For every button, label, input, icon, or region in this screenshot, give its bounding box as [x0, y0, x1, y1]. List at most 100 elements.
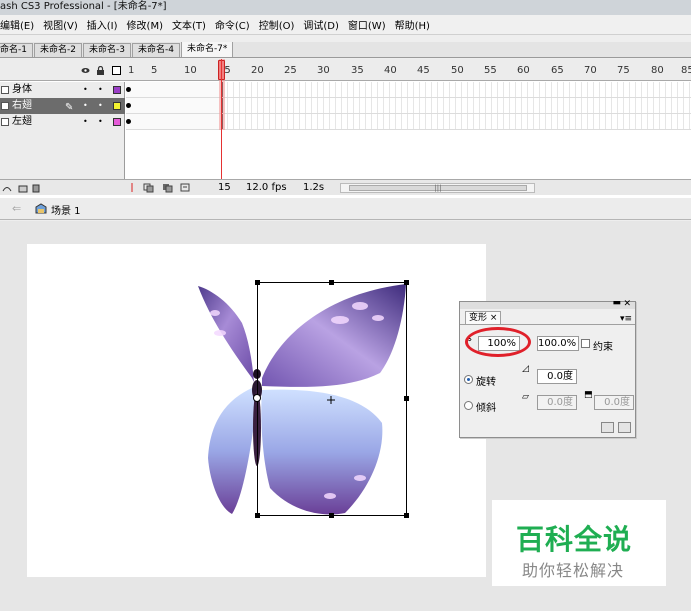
menu-commands[interactable]: 命令(C)	[211, 17, 255, 32]
panel-tab-label: 变形	[469, 313, 488, 323]
transform-handle[interactable]	[404, 513, 409, 518]
transform-handle[interactable]	[329, 513, 334, 518]
current-frame: 15	[218, 182, 231, 193]
menu-text[interactable]: 文本(T)	[168, 17, 211, 32]
document-tabs: 命名-1 未命名-2 未命名-3 未命名-4 未命名-7*	[0, 42, 691, 58]
menu-modify[interactable]: 修改(M)	[123, 17, 168, 32]
layer-row-left-wing[interactable]: 左翅 • •	[0, 114, 125, 130]
ruler-tick: 45	[417, 65, 430, 76]
panel-titlebar[interactable]	[460, 302, 635, 309]
ruler-tick: 50	[451, 65, 464, 76]
onion-skin-icons[interactable]	[130, 182, 205, 193]
ruler-tick: 35	[351, 65, 364, 76]
layer-icon	[1, 86, 9, 94]
panel-tab-transform[interactable]: 变形 ×	[465, 311, 502, 324]
copy-transform-button[interactable]	[601, 422, 614, 433]
doc-tab-4[interactable]: 未命名-4	[131, 43, 180, 57]
doc-tab-2[interactable]: 未命名-2	[33, 43, 82, 57]
lock-dot[interactable]: •	[98, 114, 103, 130]
ruler-tick: 85	[681, 65, 691, 76]
frame-rate: 12.0 fps	[246, 182, 287, 193]
panel-menu-icon[interactable]: ▾≡	[620, 314, 632, 324]
layer-color-swatch[interactable]	[113, 86, 121, 94]
menu-help[interactable]: 帮助(H)	[391, 17, 435, 32]
outline-icon[interactable]	[112, 66, 121, 75]
keyframe[interactable]	[126, 103, 131, 108]
rotate-field[interactable]: 0.0度	[537, 369, 577, 384]
rotate-radio[interactable]	[464, 375, 473, 384]
layer-tools-icon[interactable]	[2, 183, 42, 193]
frame-row[interactable]	[126, 98, 691, 114]
skew-vertical-field[interactable]: 0.0度	[594, 395, 634, 410]
panel-close-icon[interactable]: ✕	[623, 299, 631, 309]
back-arrow-icon[interactable]: ⇐	[12, 202, 21, 215]
ruler-tick: 10	[184, 65, 197, 76]
layer-name: 左翅	[12, 116, 32, 127]
timeline-panel: 1 5 10 15 20 25 30 35 40 45 50 55 60 65 …	[0, 59, 691, 199]
keyframe[interactable]	[126, 87, 131, 92]
keyframe[interactable]	[126, 119, 131, 124]
rotate-angle-icon: ◿	[522, 364, 529, 374]
menu-insert[interactable]: 插入(I)	[83, 17, 123, 32]
ruler-tick: 75	[617, 65, 630, 76]
transform-handle[interactable]	[255, 280, 260, 285]
doc-tab-1[interactable]: 命名-1	[0, 43, 33, 57]
menu-debug[interactable]: 调试(D)	[299, 17, 344, 32]
reset-transform-button[interactable]	[618, 422, 631, 433]
lock-icon[interactable]	[96, 66, 105, 75]
frame-grid[interactable]	[126, 82, 691, 130]
watermark-subtitle: 助你轻松解决	[522, 561, 625, 580]
center-crosshair-icon	[327, 396, 335, 404]
layer-row-body[interactable]: 身体 • •	[0, 82, 125, 98]
transform-handle[interactable]	[255, 513, 260, 518]
menu-edit[interactable]: 编辑(E)	[0, 17, 39, 32]
transform-pivot-point[interactable]	[253, 394, 261, 402]
frame-span	[126, 82, 223, 97]
menu-window[interactable]: 窗口(W)	[344, 17, 391, 32]
lock-dot[interactable]: •	[98, 98, 103, 114]
eye-icon[interactable]	[81, 66, 90, 75]
constrain-label: 约束	[593, 342, 613, 353]
doc-tab-3[interactable]: 未命名-3	[82, 43, 131, 57]
visibility-dot[interactable]: •	[83, 82, 88, 98]
layer-icon	[1, 118, 9, 126]
layer-color-swatch[interactable]	[113, 118, 121, 126]
ruler-tick: 55	[484, 65, 497, 76]
timeline-footer: 15 12.0 fps 1.2s |||	[0, 179, 691, 195]
frame-row[interactable]	[126, 82, 691, 98]
ruler-tick: 60	[517, 65, 530, 76]
layer-color-swatch[interactable]	[113, 102, 121, 110]
skew-horizontal-field[interactable]: 0.0度	[537, 395, 577, 410]
height-scale-field[interactable]: 100.0%	[537, 336, 579, 351]
doc-tab-7-active[interactable]: 未命名-7*	[180, 42, 234, 57]
elapsed-time: 1.2s	[303, 182, 325, 193]
panel-minimize-icon[interactable]: ▬	[612, 298, 621, 308]
menu-control[interactable]: 控制(O)	[255, 17, 300, 32]
ruler-tick: 20	[251, 65, 264, 76]
menu-view[interactable]: 视图(V)	[39, 17, 83, 32]
playhead-line	[221, 59, 222, 180]
scene-label[interactable]: 场景 1	[51, 202, 81, 217]
ruler-tick: 1	[128, 65, 135, 76]
frame-ruler[interactable]: 1 5 10 15 20 25 30 35 40 45 50 55 60 65 …	[125, 63, 691, 81]
transform-handle[interactable]	[404, 280, 409, 285]
visibility-dot[interactable]: •	[83, 114, 88, 130]
timeline-scrollbar[interactable]: |||	[340, 183, 535, 193]
skew-horizontal-icon: ▱	[522, 392, 529, 402]
scrollbar-thumb[interactable]: |||	[349, 185, 527, 192]
transform-handle[interactable]	[329, 280, 334, 285]
constrain-checkbox[interactable]	[581, 339, 590, 348]
frame-row[interactable]	[126, 114, 691, 130]
transform-handle[interactable]	[404, 396, 409, 401]
visibility-dot[interactable]: •	[83, 98, 88, 114]
scene-icon	[35, 203, 47, 214]
ruler-tick: 80	[651, 65, 664, 76]
layer-name: 右翅	[12, 100, 32, 111]
ruler-tick: 40	[384, 65, 397, 76]
lock-dot[interactable]: •	[98, 82, 103, 98]
watermark: 百科全说 助你轻松解决	[492, 500, 666, 586]
skew-radio[interactable]	[464, 401, 473, 410]
frame-span	[126, 114, 223, 129]
layer-row-right-wing[interactable]: 右翅 ✎ • •	[0, 98, 125, 114]
highlight-circle	[465, 327, 531, 357]
